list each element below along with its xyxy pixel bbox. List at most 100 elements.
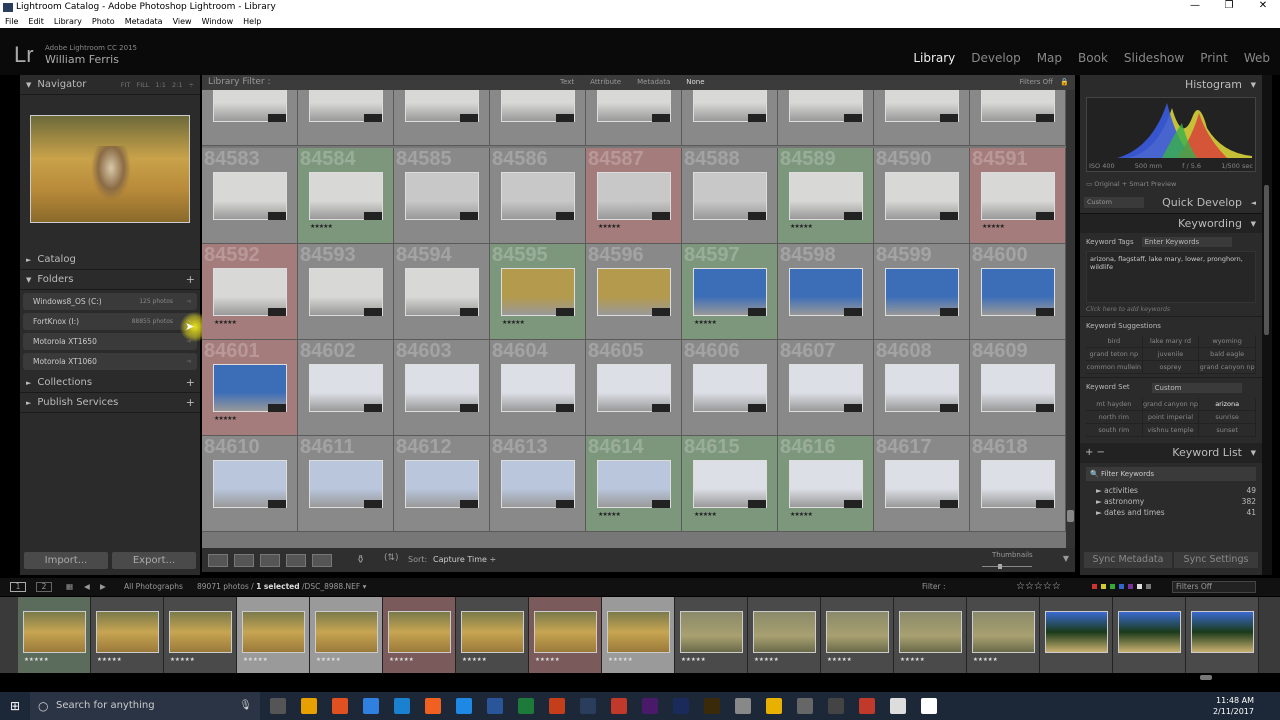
keyword-suggestion[interactable]: wyoming [1199, 335, 1256, 348]
grid-cell[interactable]: 84611 [298, 436, 394, 532]
grid-scrollbar[interactable] [1066, 90, 1075, 548]
compare-view-button[interactable] [260, 554, 280, 567]
add-collection-icon[interactable]: + [186, 373, 195, 393]
add-folder-icon[interactable]: + [186, 270, 195, 290]
sync-metadata-button[interactable]: Sync Metadata [1084, 552, 1172, 568]
export-button[interactable]: Export... [112, 552, 196, 569]
grid-cell[interactable] [490, 90, 586, 146]
sync-settings-button[interactable]: Sync Settings [1174, 552, 1258, 568]
grid-cell[interactable]: 84598 [778, 244, 874, 340]
menu-view[interactable]: View [173, 15, 192, 28]
keyword-set-item[interactable]: north rim [1086, 411, 1143, 424]
keyword-suggestion[interactable]: grand teton np [1086, 348, 1143, 361]
filmstrip-frame[interactable]: ★★★★★ [821, 597, 894, 673]
grid-cell[interactable] [874, 90, 970, 146]
grid-cell[interactable]: 84588 [682, 148, 778, 244]
folder-item[interactable]: Motorola XT1650 ◄ [23, 333, 197, 350]
keyword-set-item[interactable]: arizona [1199, 398, 1256, 411]
taskbar-app-icon[interactable] [580, 698, 596, 714]
filmstrip-frame[interactable] [1040, 597, 1113, 673]
sort-select[interactable]: Capture Time ÷ [433, 555, 496, 564]
filmstrip-frame[interactable]: ★★★★★ [18, 597, 91, 673]
loupe-view-button[interactable] [234, 554, 254, 567]
menu-library[interactable]: Library [54, 15, 82, 28]
grid-cell[interactable]: 84601 ★★★★★ [202, 340, 298, 436]
collections-header[interactable]: ► Collections + [20, 373, 200, 393]
navigator-preview[interactable] [30, 115, 190, 223]
menu-help[interactable]: Help [243, 15, 261, 28]
menu-file[interactable]: File [5, 15, 18, 28]
filmstrip-scrollbar[interactable] [1200, 675, 1212, 680]
saved-preset-select[interactable]: Custom [1084, 197, 1144, 208]
selected-filename[interactable]: /DSC_8988.NEF ▾ [302, 582, 366, 591]
filter-status[interactable]: Filters Off [1019, 75, 1053, 90]
zoom-fill[interactable]: FILL [136, 81, 149, 89]
filter-none[interactable]: None [686, 75, 704, 90]
taskbar-app-icon[interactable] [797, 698, 813, 714]
grid-cell[interactable]: 84583 [202, 148, 298, 244]
menu-photo[interactable]: Photo [92, 15, 115, 28]
zoom-options[interactable]: FIT FILL 1:1 2:1 ÷ [121, 75, 194, 95]
grid-cell[interactable]: 84608 [874, 340, 970, 436]
grid-cell[interactable]: 84587 ★★★★★ [586, 148, 682, 244]
filmstrip-frame[interactable] [1186, 597, 1259, 673]
keyword-set-item[interactable]: sunset [1199, 424, 1256, 437]
keywording-header[interactable]: Keywording ▼ [1080, 213, 1262, 233]
grid-cell[interactable]: 84596 [586, 244, 682, 340]
grid-cell[interactable]: 84585 [394, 148, 490, 244]
minimize-button[interactable]: — [1178, 0, 1212, 15]
filmstrip-frame[interactable]: ★★★★★ [748, 597, 821, 673]
grid-cell[interactable]: 84614 ★★★★★ [586, 436, 682, 532]
taskbar-app-icon[interactable] [642, 698, 658, 714]
taskbar-app-icon[interactable] [735, 698, 751, 714]
keywords-textarea[interactable]: arizona, flagstaff, lake mary, lower, pr… [1086, 251, 1256, 303]
grid-cell[interactable]: 84618 [970, 436, 1066, 532]
filmstrip-frame[interactable]: ★★★★★ [967, 597, 1040, 673]
keyword-set-item[interactable]: vishnu temple [1142, 424, 1200, 437]
grid-icon[interactable]: ▦ [66, 578, 73, 596]
keyword-suggestion[interactable]: grand canyon np [1199, 361, 1256, 374]
grid-cell[interactable]: 84606 [682, 340, 778, 436]
keyword-suggestion[interactable]: lake mary rd [1142, 335, 1200, 348]
grid-cell[interactable]: 84590 [874, 148, 970, 244]
filmstrip-filter-select[interactable]: Filters Off [1172, 581, 1256, 593]
folders-header[interactable]: ▼ Folders + [20, 270, 200, 290]
grid-cell[interactable]: 84597 ★★★★★ [682, 244, 778, 340]
grid-cell[interactable]: 84593 [298, 244, 394, 340]
grid-cell[interactable]: 84617 [874, 436, 970, 532]
grid-cell[interactable] [202, 90, 298, 146]
grid-cell[interactable] [682, 90, 778, 146]
painter-icon[interactable]: ⚱ [356, 553, 365, 566]
grid-cell[interactable]: 84584 ★★★★★ [298, 148, 394, 244]
back-arrow-icon[interactable]: ◀ [84, 578, 90, 596]
zoom-fit[interactable]: FIT [121, 81, 131, 89]
clock[interactable]: 11:48 AM 2/11/2017 [1213, 695, 1254, 717]
taskbar-app-icon[interactable] [301, 698, 317, 714]
color-label-filter[interactable] [1092, 584, 1151, 589]
filmstrip-frame[interactable]: ★★★★★ [237, 597, 310, 673]
grid-cell[interactable] [586, 90, 682, 146]
catalog-header[interactable]: ► Catalog [20, 250, 200, 270]
taskbar-app-icon[interactable] [332, 698, 348, 714]
filmstrip-frame[interactable]: ★★★★★ [456, 597, 529, 673]
grid-cell[interactable]: 84586 [490, 148, 586, 244]
grid-cell[interactable]: 84615 ★★★★★ [682, 436, 778, 532]
add-keyword-icon[interactable]: + − [1085, 443, 1105, 463]
grid-cell[interactable]: 84592 ★★★★★ [202, 244, 298, 340]
keyword-suggestion[interactable]: common mullein [1086, 361, 1143, 374]
grid-cell[interactable]: 84595 ★★★★★ [490, 244, 586, 340]
keyword-list-header[interactable]: + − Keyword List ▼ [1080, 443, 1262, 463]
zoom-1-1[interactable]: 1:1 [155, 81, 165, 89]
folder-arrow-icon[interactable]: ◄ [186, 353, 191, 370]
taskbar-app-icon[interactable] [890, 698, 906, 714]
publish-services-header[interactable]: ► Publish Services + [20, 393, 200, 413]
filmstrip-frame[interactable]: ★★★★★ [383, 597, 456, 673]
sort-direction-icon[interactable]: (⇅) [384, 553, 399, 563]
histogram-header[interactable]: Histogram ▼ [1080, 75, 1262, 95]
taskbar-app-icon[interactable] [394, 698, 410, 714]
taskbar-app-icon[interactable] [921, 698, 937, 714]
keyword-suggestion[interactable]: bald eagle [1199, 348, 1256, 361]
keyword-list-item[interactable]: ► astronomy 382 [1080, 496, 1262, 507]
filmstrip-source[interactable]: All Photographs [124, 578, 183, 596]
grid-cell[interactable] [298, 90, 394, 146]
